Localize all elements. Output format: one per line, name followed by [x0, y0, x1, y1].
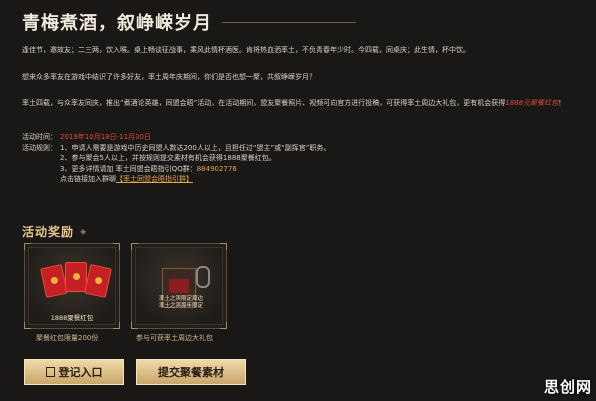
gift-box-label-2: 率土之滨周年限定: [158, 303, 203, 309]
description-highlight: 1888元聚餐红包: [505, 99, 559, 107]
time-label: 活动时间：: [22, 133, 57, 141]
submit-button-label: 提交聚餐素材: [158, 366, 224, 379]
rule-1: 1、申请人需要是游戏中历史同盟人数达200人以上，且担任过“盟主”或“副挥官”职…: [60, 143, 331, 152]
reward-card-inner: 率土之滨限定周边 率土之滨周年限定: [135, 247, 223, 325]
red-envelope-icon: [84, 264, 112, 298]
rules-row-4: 点击链接加入群聊 【率土同盟会晤指引群】: [22, 174, 330, 185]
rule-3: 3、更多详情请加 率土同盟会晤指引QQ群：: [60, 164, 197, 173]
red-envelope-icon: [40, 264, 68, 298]
description-text: 率土四载，与众率友同庆，推出“煮酒论英雄，同盟会晤”活动，在活动期间，盟友聚餐照…: [22, 98, 565, 108]
double-chevron-icon: ◈: [80, 227, 87, 236]
reward-note-gift-pack: 参与可获率土周边大礼包: [136, 334, 213, 342]
submit-material-button[interactable]: 提交聚餐素材: [136, 359, 246, 385]
description-after: ！: [558, 99, 566, 107]
gift-box-label: 率土之滨限定周边 率土之滨周年限定: [158, 296, 204, 310]
intro-text: 逢佳节，邀故友；二三两，饮入喉。桌上畅谈征战事，乘风此情杯酒医。肯将热血洒率土，…: [22, 46, 470, 54]
title-row: 青梅煮酒，叙峥嵘岁月: [22, 9, 356, 35]
reward-card-caption: 1888聚餐红包: [50, 314, 94, 322]
keychain-icon: [196, 266, 210, 288]
rules-row-3: 3、更多详情请加 率土同盟会晤指引QQ群： 884902776: [22, 164, 330, 175]
event-page: 青梅煮酒，叙峥嵘岁月 逢佳节，邀故友；二三两，饮入喉。桌上畅谈征战事，乘风此情杯…: [0, 0, 596, 401]
login-entry-button[interactable]: 登记入口: [24, 359, 124, 385]
rule-2: 2、参与聚会5人以上，并按规则提交素材有机会获得1888聚餐红包。: [60, 154, 276, 162]
rewards-title: 活动奖励: [22, 225, 75, 239]
rules-row-1: 活动规则： 1、申请人需要是游戏中历史同盟人数达200人以上，且担任过“盟主”或…: [22, 143, 330, 154]
login-button-label: 登记入口: [58, 366, 103, 379]
qq-group-number: 884902776: [196, 164, 237, 173]
question-text: 想来众多率友在游戏中结识了许多好友，率土周年庆期间，你们是否也想一聚，共叙峥嵘岁…: [22, 73, 316, 81]
red-envelope-icon: [65, 262, 87, 292]
rule-4: 点击链接加入群聊: [60, 175, 116, 183]
gift-box-label-1: 率土之滨限定周边: [158, 296, 203, 302]
reward-card-red-envelope: 1888聚餐红包: [24, 243, 120, 329]
watermark-logo: 思创网: [543, 378, 592, 396]
rules-label: 活动规则：: [22, 143, 57, 152]
title-divider: [222, 21, 356, 23]
reward-note-red-envelope: 聚餐红包限量200份: [36, 334, 99, 342]
rules-block: 活动时间： 2019年10月18日-11月30日 活动规则： 1、申请人需要是游…: [22, 132, 330, 185]
time-value: 2019年10月18日-11月30日: [60, 133, 151, 141]
rewards-header: 活动奖励 ◈: [22, 223, 86, 240]
rules-row-2: 2、参与聚会5人以上，并按规则提交素材有机会获得1888聚餐红包。: [22, 153, 330, 164]
time-row: 活动时间： 2019年10月18日-11月30日: [22, 132, 330, 143]
page-title: 青梅煮酒，叙峥嵘岁月: [22, 13, 212, 34]
qq-group-link[interactable]: 【率土同盟会晤指引群】: [116, 174, 193, 185]
reward-card-gift-pack: 率土之滨限定周边 率土之滨周年限定: [131, 243, 227, 329]
description-before: 率土四载，与众率友同庆，推出“煮酒论英雄，同盟会晤”活动，在活动期间，盟友聚餐照…: [22, 99, 506, 107]
login-icon: [45, 367, 55, 377]
